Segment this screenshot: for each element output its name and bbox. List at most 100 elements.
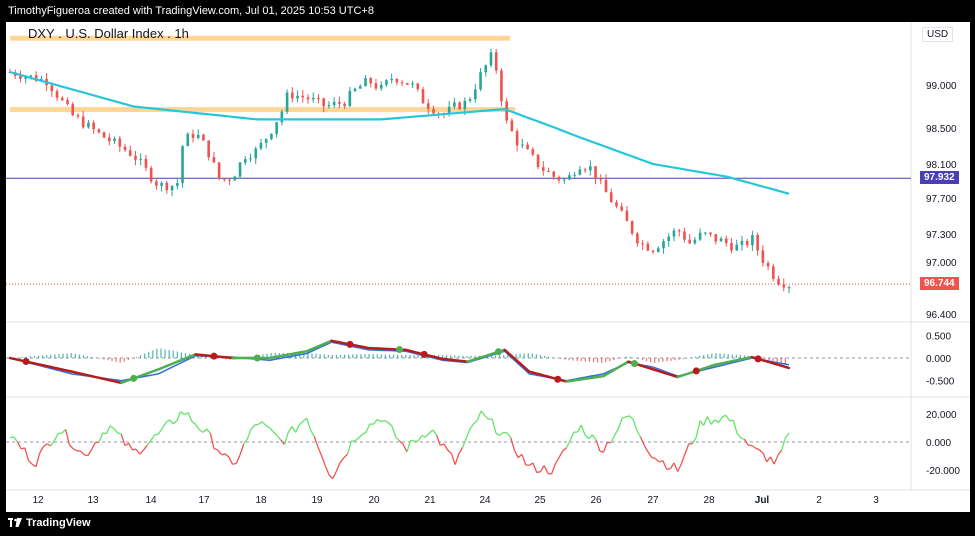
attribution-bar: TimothyFigueroa created with TradingView… [0, 0, 975, 22]
time-axis-tick-label: 17 [198, 495, 210, 506]
candle-body [494, 52, 498, 71]
candle-body [526, 144, 529, 150]
candle-body [332, 101, 336, 106]
candle-body [29, 75, 33, 77]
candle-body [651, 250, 655, 252]
price-axis-tick-label: 97.000 [926, 258, 957, 269]
candle-body [458, 102, 461, 110]
candle-body [254, 148, 258, 159]
candle-body [212, 157, 216, 163]
candle-body [541, 167, 545, 171]
oscillator-line-segment [536, 471, 541, 474]
oscillator-line-segment [232, 462, 237, 465]
candle-body [615, 202, 618, 207]
candle-body [128, 150, 132, 156]
candle-body [66, 100, 69, 105]
candle-body [709, 232, 712, 235]
candle-body [426, 103, 430, 109]
candle-body [500, 70, 503, 102]
time-axis-tick-label: 12 [32, 495, 44, 506]
candle-body [223, 178, 226, 180]
candle-body [108, 137, 111, 142]
price-axis-tick-label: 98.100 [926, 160, 957, 171]
oscillator-line-segment [154, 433, 159, 436]
candle-body [474, 89, 477, 100]
time-axis-tick-label: 24 [479, 495, 491, 506]
price-axis-tick-label: 96.400 [926, 310, 957, 321]
candle-body [207, 140, 210, 158]
candle-body [594, 166, 597, 180]
oscillator-axis-tick-label: 0.000 [926, 438, 951, 449]
oscillator-line-segment [525, 464, 530, 467]
candle-body [510, 120, 514, 132]
time-axis-tick-label: 14 [145, 495, 157, 506]
candle-body [573, 174, 576, 176]
macd-cross-dot [692, 367, 700, 375]
candle-body [777, 278, 780, 285]
oscillator-line-segment [254, 423, 259, 426]
macd-axis-tick-label: -0.500 [926, 377, 955, 388]
oscillator-axis-tick-label: 20.000 [926, 410, 957, 421]
time-axis-tick-label: 28 [703, 495, 715, 506]
candle-body [568, 175, 571, 180]
candle-body [468, 99, 472, 101]
macd-cross-dot [630, 360, 638, 368]
candle-body [604, 179, 608, 193]
macd-slow-line-segment [784, 365, 791, 370]
candle-body [599, 179, 603, 181]
time-axis-tick-label: 18 [255, 495, 267, 506]
candle-body [453, 102, 456, 107]
brand-name: TradingView [26, 517, 91, 529]
candle-body [301, 95, 305, 98]
candle-body [186, 133, 190, 147]
currency-label[interactable]: USD [922, 27, 954, 42]
candle-body [285, 92, 289, 112]
candle-body [489, 52, 493, 66]
candle-body [662, 241, 665, 249]
candle-body [202, 134, 205, 141]
candle-body [730, 243, 733, 251]
candle-body [745, 240, 749, 246]
candle-body [50, 85, 54, 92]
oscillator-line-segment [132, 448, 137, 451]
candle-body [693, 239, 697, 244]
candle-body [243, 159, 247, 163]
candle-body [400, 82, 404, 84]
tradingview-icon [8, 518, 22, 527]
candle-body [306, 97, 310, 100]
candle-body [646, 243, 650, 251]
chart-canvas[interactable]: 12 13 14 17 18 19 20 21 24 25 26 27 28 Jul 2 3 99.000 98.… [6, 22, 970, 512]
candle-body [578, 169, 582, 175]
time-axis-tick-label: 21 [424, 495, 436, 506]
candle-body [385, 80, 388, 85]
candle-body [636, 233, 639, 244]
footer-bar: TradingView [0, 512, 975, 536]
price-axis-tick-label: 98.500 [926, 124, 957, 135]
candle-body [620, 206, 623, 211]
time-axis-tick-label: 3 [873, 495, 879, 506]
macd-cross-dot [494, 348, 502, 356]
candle-body [238, 162, 242, 177]
time-axis-tick-label: 26 [590, 495, 602, 506]
candle-body [191, 133, 195, 139]
candle-body [484, 65, 488, 73]
candle-body [683, 231, 686, 240]
candle-body [756, 235, 759, 251]
candle-body [688, 239, 691, 244]
oscillator-line-segment [221, 453, 226, 456]
tradingview-logo[interactable]: TradingView [8, 517, 91, 529]
candle-body [625, 210, 629, 222]
candle-body [698, 232, 702, 240]
macd-cross-dot [396, 346, 403, 354]
candle-body [552, 171, 556, 177]
candle-body [421, 89, 425, 104]
price-axis-tick-label: 97.700 [926, 194, 957, 205]
candle-body [406, 83, 409, 85]
candle-body [144, 158, 148, 168]
candle-body [630, 221, 634, 234]
candle-body [772, 266, 775, 279]
candle-body [270, 133, 273, 140]
chart-background [6, 22, 970, 512]
candle-body [317, 97, 320, 99]
candle-body [264, 139, 268, 143]
